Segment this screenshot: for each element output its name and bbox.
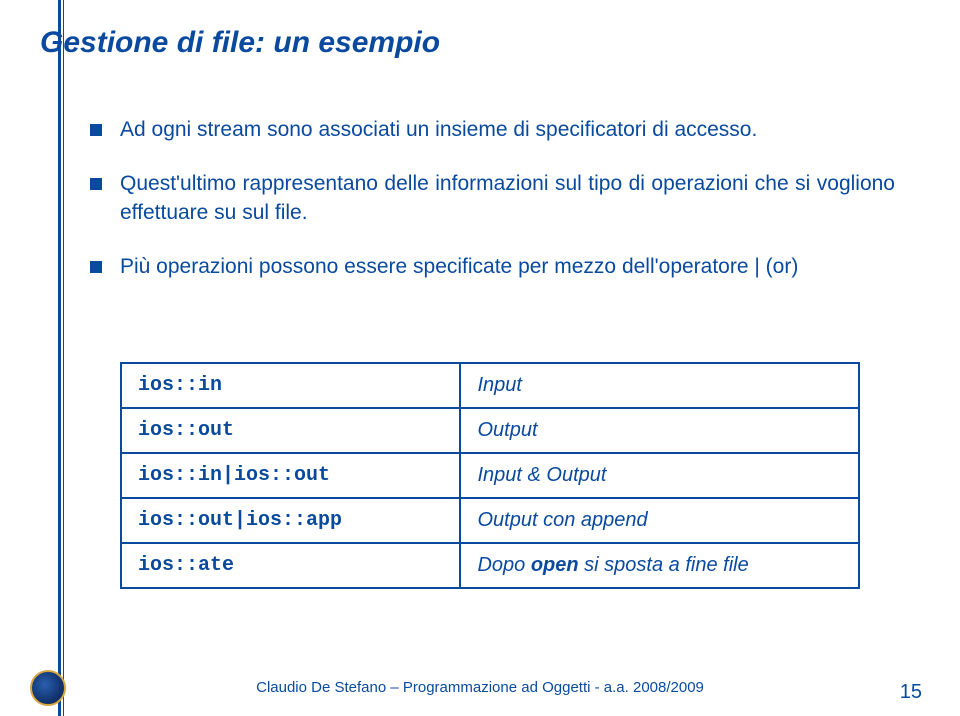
content-area: Ad ogni stream sono associati un insieme… [90, 116, 895, 307]
bullet-item: Ad ogni stream sono associati un insieme… [90, 116, 895, 144]
table-row: ios::out Output [121, 408, 859, 453]
desc-cell: Input & Output [460, 453, 859, 498]
mode-cell: ios::ate [121, 543, 460, 588]
desc-cell: Input [460, 363, 859, 408]
desc-text: si sposta a fine file [579, 554, 749, 576]
table-row: ios::in|ios::out Input & Output [121, 453, 859, 498]
bullet-text: Quest'ultimo rappresentano delle informa… [120, 170, 895, 227]
desc-cell: Output con append [460, 498, 859, 543]
footer-text: Claudio De Stefano – Programmazione ad O… [0, 679, 960, 696]
mode-cell: ios::out|ios::app [121, 498, 460, 543]
desc-text: Dopo [477, 554, 530, 576]
bullet-text: Ad ogni stream sono associati un insieme… [120, 116, 895, 144]
table-row: ios::out|ios::app Output con append [121, 498, 859, 543]
bullet-marker-icon [90, 178, 102, 190]
page-number: 15 [900, 681, 922, 704]
bullet-item: Quest'ultimo rappresentano delle informa… [90, 170, 895, 227]
vertical-rule-thick [58, 0, 61, 716]
bullet-item: Più operazioni possono essere specificat… [90, 253, 895, 281]
desc-cell: Dopo open si sposta a fine file [460, 543, 859, 588]
bullet-text: Più operazioni possono essere specificat… [120, 253, 895, 281]
page-title: Gestione di file: un esempio [40, 26, 440, 60]
table-row: ios::in Input [121, 363, 859, 408]
desc-bold: open [531, 554, 579, 576]
slide: Gestione di file: un esempio Ad ogni str… [0, 0, 960, 716]
mode-cell: ios::in [121, 363, 460, 408]
modes-table: ios::in Input ios::out Output ios::in|io… [120, 362, 860, 589]
table-row: ios::ate Dopo open si sposta a fine file [121, 543, 859, 588]
modes-table-wrap: ios::in Input ios::out Output ios::in|io… [120, 362, 860, 589]
mode-cell: ios::in|ios::out [121, 453, 460, 498]
vertical-rule-thin [63, 0, 64, 716]
mode-cell: ios::out [121, 408, 460, 453]
bullet-marker-icon [90, 124, 102, 136]
desc-cell: Output [460, 408, 859, 453]
desc-text: Output [477, 419, 537, 441]
footer: Claudio De Stefano – Programmazione ad O… [0, 670, 960, 716]
desc-text: Input [477, 374, 521, 396]
desc-text: Input & Output [477, 464, 606, 486]
desc-text: Output con append [477, 509, 647, 531]
bullet-marker-icon [90, 261, 102, 273]
